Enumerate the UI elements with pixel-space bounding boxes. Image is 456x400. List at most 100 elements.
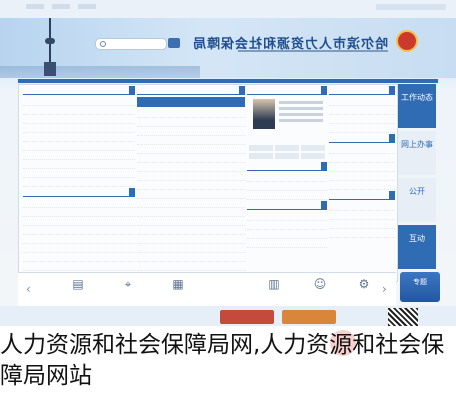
search-button[interactable]: [168, 38, 180, 48]
service-icon-item[interactable]: ⌖: [108, 277, 148, 303]
chevron-left-icon[interactable]: ‹: [26, 282, 31, 296]
list-item[interactable]: [23, 208, 135, 217]
column-tab[interactable]: [321, 86, 327, 94]
list-item[interactable]: [23, 160, 135, 169]
quick-link[interactable]: [249, 145, 273, 151]
list-item[interactable]: [329, 97, 395, 106]
column-tab[interactable]: [321, 162, 327, 170]
footer-banner[interactable]: [282, 310, 336, 324]
list-item[interactable]: [23, 169, 135, 178]
service-icon-item[interactable]: ▥: [254, 277, 294, 303]
rail-item-interaction[interactable]: 互动: [398, 225, 436, 269]
list-item[interactable]: [247, 221, 327, 230]
list-item[interactable]: [137, 172, 245, 181]
quick-link[interactable]: [275, 153, 299, 159]
service-icon-item[interactable]: ⚙: [344, 277, 384, 303]
list-item[interactable]: [23, 199, 135, 208]
top-link[interactable]: [52, 4, 70, 9]
chevron-right-icon[interactable]: ›: [382, 282, 387, 296]
list-item[interactable]: [23, 217, 135, 226]
list-item[interactable]: [329, 154, 395, 163]
list-item[interactable]: [23, 115, 135, 124]
right-nav-rail: 工作动态 网上办事 公开 互动: [398, 84, 436, 280]
list-item[interactable]: [247, 182, 327, 191]
document-icon: ▤: [72, 277, 84, 291]
list-item[interactable]: [137, 154, 245, 163]
service-icon-item[interactable]: ▤: [58, 277, 98, 303]
list-item[interactable]: [247, 173, 327, 182]
list-item[interactable]: [329, 211, 395, 220]
top-link[interactable]: [26, 4, 44, 9]
promo-button[interactable]: 专题: [400, 272, 440, 302]
column-tab[interactable]: [239, 86, 245, 94]
calculator-icon: ▦: [172, 277, 184, 291]
quick-link[interactable]: [275, 145, 299, 151]
list-item[interactable]: [247, 230, 327, 239]
list-item[interactable]: [23, 262, 135, 271]
list-item[interactable]: [23, 133, 135, 142]
list-item[interactable]: [329, 172, 395, 181]
tab-strip[interactable]: [137, 97, 245, 107]
rail-item-online-service[interactable]: 网上办事: [398, 131, 436, 175]
list-item[interactable]: [23, 226, 135, 235]
site-search-input[interactable]: [95, 38, 180, 50]
list-item[interactable]: [137, 217, 245, 226]
footer-banner[interactable]: [220, 310, 274, 324]
list-item[interactable]: [137, 127, 245, 136]
list-item[interactable]: [137, 163, 245, 172]
quick-links-grid: [247, 143, 327, 161]
list-item[interactable]: [137, 145, 245, 154]
list-item[interactable]: [329, 220, 395, 229]
column-tab[interactable]: [129, 188, 135, 196]
column-tab[interactable]: [129, 86, 135, 94]
list-item[interactable]: [137, 253, 245, 262]
quick-link[interactable]: [301, 153, 325, 159]
list-item[interactable]: [329, 145, 395, 154]
list-item[interactable]: [23, 151, 135, 160]
list-item[interactable]: [137, 208, 245, 217]
list-item[interactable]: [329, 229, 395, 238]
quick-link[interactable]: [301, 145, 325, 151]
top-right-links[interactable]: [376, 4, 446, 10]
list-item[interactable]: [137, 226, 245, 235]
leader-photo: [253, 99, 275, 129]
list-item[interactable]: [23, 106, 135, 115]
list-item[interactable]: [23, 244, 135, 253]
list-item[interactable]: [247, 212, 327, 221]
list-item[interactable]: [329, 106, 395, 115]
column-tab[interactable]: [321, 201, 327, 209]
list-item[interactable]: [137, 244, 245, 253]
list-item[interactable]: [137, 136, 245, 145]
list-item[interactable]: [137, 190, 245, 199]
list-item[interactable]: [137, 235, 245, 244]
leader-profile[interactable]: [247, 99, 327, 139]
list-item[interactable]: [23, 124, 135, 133]
list-item[interactable]: [23, 178, 135, 187]
list-item[interactable]: [329, 124, 395, 133]
list-item[interactable]: [329, 202, 395, 211]
column-tab[interactable]: [389, 86, 395, 94]
list-item[interactable]: [137, 262, 245, 271]
service-icon-item[interactable]: ☺: [300, 277, 340, 303]
rail-item-public[interactable]: 公开: [398, 178, 436, 222]
list-item[interactable]: [329, 181, 395, 190]
top-link[interactable]: [78, 4, 96, 9]
list-item[interactable]: [23, 97, 135, 106]
caption-area: 人力资源和社会保障局网,人力资源和社会保障局网站: [0, 326, 456, 400]
quick-link[interactable]: [249, 153, 273, 159]
list-item[interactable]: [137, 118, 245, 127]
list-item[interactable]: [137, 199, 245, 208]
list-item[interactable]: [137, 109, 245, 118]
list-item[interactable]: [23, 253, 135, 262]
service-icon-item[interactable]: ▦: [158, 277, 198, 303]
list-item[interactable]: [137, 181, 245, 190]
list-item[interactable]: [329, 163, 395, 172]
list-item[interactable]: [23, 235, 135, 244]
list-item[interactable]: [247, 191, 327, 200]
rail-item-work-news[interactable]: 工作动态: [398, 84, 436, 128]
column-tab[interactable]: [389, 191, 395, 199]
list-item[interactable]: [329, 115, 395, 124]
list-item[interactable]: [23, 142, 135, 151]
column-tab[interactable]: [389, 134, 395, 142]
list-item[interactable]: [247, 239, 327, 248]
